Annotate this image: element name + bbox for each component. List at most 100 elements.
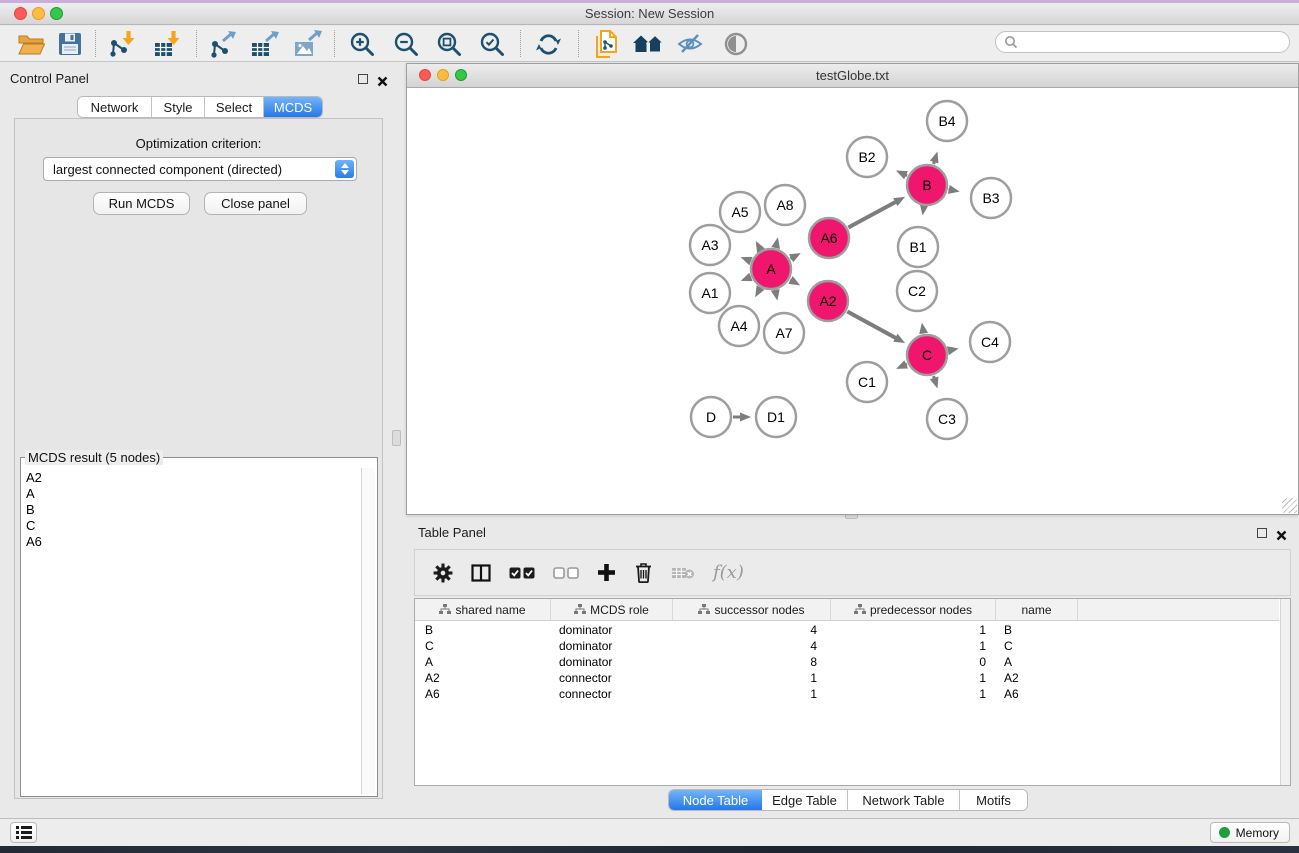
result-list-item[interactable]: B: [23, 502, 360, 518]
tab-network-table[interactable]: Network Table: [848, 790, 960, 810]
table-cell[interactable]: A2: [996, 670, 1078, 686]
graph-edge-arrowhead: [896, 360, 908, 369]
table-cell[interactable]: 4: [673, 638, 831, 654]
show-graphics-details-icon[interactable]: [718, 28, 754, 60]
network-canvas[interactable]: B4B2BB3A8A5A6A3B1AC2A1A2A4A7C4CC1DD1C3: [407, 88, 1298, 514]
refresh-icon[interactable]: [530, 28, 566, 60]
network-window-titlebar[interactable]: testGlobe.txt: [407, 64, 1298, 88]
export-image-icon[interactable]: [290, 28, 326, 60]
table-cell[interactable]: A2: [415, 670, 551, 686]
table-cell[interactable]: 1: [831, 622, 996, 638]
graph-edge[interactable]: [847, 312, 897, 339]
table-cell[interactable]: 1: [673, 670, 831, 686]
tab-node-table[interactable]: Node Table: [669, 790, 762, 810]
tab-style[interactable]: Style: [152, 97, 205, 117]
column-manager-icon[interactable]: [471, 564, 491, 582]
run-mcds-button[interactable]: Run MCDS: [93, 192, 190, 215]
import-network-icon[interactable]: [105, 28, 141, 60]
tab-edge-table[interactable]: Edge Table: [762, 790, 848, 810]
select-all-checkboxes-icon[interactable]: [509, 566, 535, 580]
float-panel-icon[interactable]: [358, 74, 368, 84]
toolbar-separator: [95, 30, 96, 57]
table-cell[interactable]: connector: [551, 686, 673, 702]
column-header-name[interactable]: name: [996, 599, 1078, 620]
graph-edge[interactable]: [848, 201, 897, 227]
table-cell[interactable]: 8: [673, 654, 831, 670]
zoom-out-icon[interactable]: [388, 28, 424, 60]
graph-edge-arrowhead: [896, 171, 908, 180]
network-graph[interactable]: B4B2BB3A8A5A6A3B1AC2A1A2A4A7C4CC1DD1C3: [407, 88, 1298, 514]
table-cell[interactable]: dominator: [551, 638, 673, 654]
result-list-item[interactable]: A: [23, 486, 360, 502]
table-toolbar: f(x): [414, 549, 1291, 596]
search-field[interactable]: [995, 31, 1290, 53]
table-cell[interactable]: 1: [831, 686, 996, 702]
table-cell[interactable]: connector: [551, 670, 673, 686]
function-builder-icon[interactable]: f(x): [713, 562, 744, 583]
float-table-panel-icon[interactable]: [1257, 528, 1267, 538]
close-panel-icon[interactable]: [377, 74, 388, 92]
column-header-MCDS-role[interactable]: MCDS role: [551, 599, 673, 620]
vertical-splitter-grip[interactable]: [392, 430, 401, 446]
mcds-result-list[interactable]: A2ABCA6: [23, 470, 360, 794]
table-cell[interactable]: 1: [831, 670, 996, 686]
table-cell[interactable]: 1: [831, 638, 996, 654]
close-panel-button[interactable]: Close panel: [204, 192, 307, 215]
export-table-icon[interactable]: [247, 28, 283, 60]
result-list-item[interactable]: C: [23, 518, 360, 534]
delete-table-icon[interactable]: [671, 565, 695, 581]
table-cell[interactable]: A: [996, 654, 1078, 670]
graph-node-label: D: [706, 409, 716, 425]
tab-select[interactable]: Select: [205, 97, 264, 117]
home-layout-icon[interactable]: [630, 28, 666, 60]
table-cell[interactable]: dominator: [551, 654, 673, 670]
network-window-title: testGlobe.txt: [407, 68, 1298, 83]
tab-motifs[interactable]: Motifs: [960, 790, 1027, 810]
open-file-icon[interactable]: [14, 28, 50, 60]
table-row[interactable]: A6connector11A6: [415, 686, 1279, 702]
table-row[interactable]: Cdominator41C: [415, 638, 1279, 654]
column-header-shared-name[interactable]: shared name: [415, 599, 551, 620]
tab-network[interactable]: Network: [78, 97, 152, 117]
import-table-icon[interactable]: [150, 28, 186, 60]
result-list-item[interactable]: A2: [23, 470, 360, 486]
table-cell[interactable]: A: [415, 654, 551, 670]
memory-button[interactable]: Memory: [1210, 822, 1290, 843]
zoom-fit-icon[interactable]: [431, 28, 467, 60]
delete-columns-icon[interactable]: [634, 562, 653, 583]
window-resize-grip[interactable]: [1282, 498, 1297, 513]
table-row[interactable]: A2connector11A2: [415, 670, 1279, 686]
create-column-icon[interactable]: [597, 563, 616, 582]
table-cell[interactable]: C: [996, 638, 1078, 654]
result-list-item[interactable]: A6: [23, 534, 360, 550]
criterion-dropdown[interactable]: largest connected component (directed): [43, 157, 357, 181]
result-list-scrollbar[interactable]: [361, 468, 375, 794]
table-settings-icon[interactable]: [433, 563, 453, 583]
table-cell[interactable]: A6: [415, 686, 551, 702]
table-cell[interactable]: 0: [831, 654, 996, 670]
table-cell[interactable]: B: [415, 622, 551, 638]
zoom-in-icon[interactable]: [344, 28, 380, 60]
table-cell[interactable]: C: [415, 638, 551, 654]
table-row[interactable]: Adominator80A: [415, 654, 1279, 670]
table-scrollbar[interactable]: [1280, 599, 1290, 785]
new-network-from-file-icon[interactable]: [588, 28, 624, 60]
table-cell[interactable]: 4: [673, 622, 831, 638]
close-table-panel-icon[interactable]: [1276, 528, 1287, 546]
table-cell[interactable]: dominator: [551, 622, 673, 638]
task-history-button[interactable]: [10, 822, 37, 843]
zoom-selected-icon[interactable]: [474, 28, 510, 60]
save-session-icon[interactable]: [52, 28, 88, 60]
column-header-predecessor-nodes[interactable]: predecessor nodes: [831, 599, 996, 620]
graph-node-label: A1: [701, 285, 718, 301]
tab-mcds[interactable]: MCDS: [264, 97, 322, 117]
table-row[interactable]: Bdominator41B: [415, 622, 1279, 638]
export-network-icon[interactable]: [205, 28, 241, 60]
hide-graphics-details-icon[interactable]: [672, 28, 708, 60]
table-cell[interactable]: 1: [673, 686, 831, 702]
table-cell[interactable]: B: [996, 622, 1078, 638]
deselect-all-checkboxes-icon[interactable]: [553, 566, 579, 580]
column-header-successor-nodes[interactable]: successor nodes: [673, 599, 831, 620]
node-table: shared nameMCDS rolesuccessor nodesprede…: [414, 598, 1291, 786]
table-cell[interactable]: A6: [996, 686, 1078, 702]
